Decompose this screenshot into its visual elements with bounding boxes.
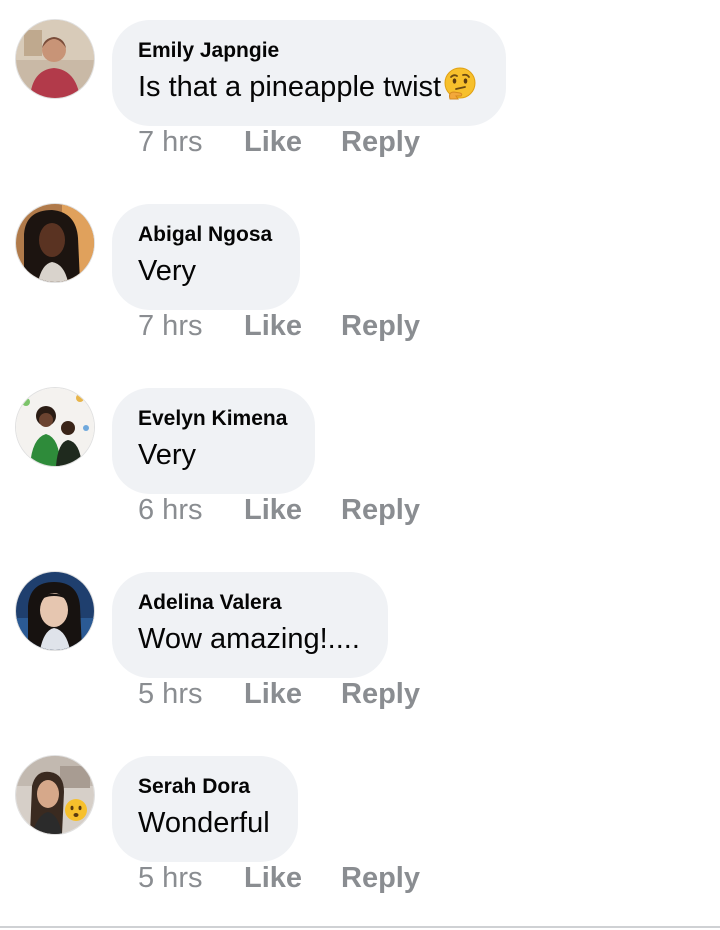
reply-button[interactable]: Reply [341,862,420,895]
comment-author[interactable]: Emily Japngie [138,38,478,64]
thinking-face-icon [444,67,476,100]
comment-item: Emily Japngie Is that a pineapple twist … [0,0,720,184]
like-button[interactable]: Like [244,678,341,711]
comment-timestamp: 6 hrs [138,493,203,526]
comment-author[interactable]: Evelyn Kimena [138,406,287,432]
like-button[interactable]: Like [244,310,341,343]
comment-actions: 6 hrs Like Reply [138,490,420,530]
reply-button[interactable]: Reply [341,126,420,159]
like-button[interactable]: Like [244,126,341,159]
comment-actions: 5 hrs Like Reply [138,674,420,714]
comment-bubble: Serah Dora Wonderful [112,756,298,862]
comment-text: Is that a pineapple twist [138,66,478,108]
avatar-photo [16,20,94,98]
comment-bubble: Adelina Valera Wow amazing!.... [112,572,388,678]
comment-timestamp: 5 hrs [138,861,203,894]
comment-text: Very [138,255,197,287]
comment-author[interactable]: Abigal Ngosa [138,222,272,248]
comment-actions: 7 hrs Like Reply [138,122,420,162]
avatar[interactable] [16,204,94,282]
avatar[interactable] [16,572,94,650]
comment-text: Wonderful [138,807,270,839]
comment-author[interactable]: Adelina Valera [138,590,360,616]
comment-item: Adelina Valera Wow amazing!.... 5 hrs Li… [0,552,720,736]
divider [0,926,720,928]
comment-timestamp: 7 hrs [138,309,203,342]
comment-item: Evelyn Kimena Very 6 hrs Like Reply [0,368,720,552]
comment-bubble: Evelyn Kimena Very [112,388,316,494]
avatar[interactable] [16,388,94,466]
reply-button[interactable]: Reply [341,310,420,343]
avatar[interactable] [16,20,94,98]
avatar[interactable] [16,756,94,834]
avatar-photo [16,388,94,466]
like-button[interactable]: Like [244,494,341,527]
comment-text: Wow amazing!.... [138,623,360,655]
comment-bubble: Emily Japngie Is that a pineapple twist [112,20,507,126]
comment-actions: 7 hrs Like Reply [138,306,420,346]
avatar-photo [16,756,94,834]
comment-author[interactable]: Serah Dora [138,774,270,800]
avatar-photo [16,572,94,650]
avatar-photo [16,204,94,282]
comment-bubble: Abigal Ngosa Very [112,204,301,310]
like-button[interactable]: Like [244,862,341,895]
comment-item: Serah Dora Wonderful 5 hrs Like Reply [0,736,720,920]
comment-text: Very [138,439,197,471]
reply-button[interactable]: Reply [341,494,420,527]
comment-timestamp: 5 hrs [138,677,203,710]
comment-item: Abigal Ngosa Very 7 hrs Like Reply [0,184,720,368]
comment-timestamp: 7 hrs [138,125,203,158]
comment-actions: 5 hrs Like Reply [138,858,420,898]
reply-button[interactable]: Reply [341,678,420,711]
